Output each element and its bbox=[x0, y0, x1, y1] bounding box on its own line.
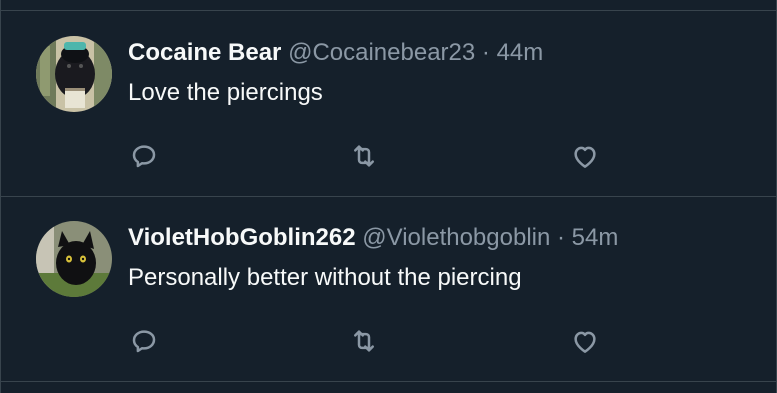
separator: · bbox=[557, 224, 565, 251]
display-name[interactable]: VioletHobGoblin262 bbox=[128, 224, 356, 251]
tweet-text: Personally better without the piercing bbox=[128, 264, 522, 291]
tweet-header: VioletHobGoblin262 @Violethobgoblin · 54… bbox=[128, 223, 618, 253]
tweet-text: Love the piercings bbox=[128, 79, 323, 106]
bear-avatar-icon bbox=[36, 36, 112, 112]
heart-icon bbox=[574, 331, 596, 353]
retweet-button[interactable] bbox=[347, 324, 381, 358]
reply-tweet[interactable]: VioletHobGoblin262 @Violethobgoblin · 54… bbox=[1, 196, 776, 382]
separator: · bbox=[481, 39, 490, 66]
like-button[interactable] bbox=[568, 324, 602, 358]
reply-icon bbox=[132, 330, 156, 353]
user-handle[interactable]: @Cocainebear23 bbox=[288, 39, 475, 66]
tweet-header: Cocaine Bear @Cocainebear23 · 44m bbox=[128, 38, 543, 68]
avatar[interactable] bbox=[36, 221, 112, 297]
retweet-icon bbox=[354, 330, 374, 352]
retweet-button[interactable] bbox=[347, 139, 381, 173]
reply-button[interactable] bbox=[127, 139, 161, 173]
heart-icon bbox=[574, 146, 596, 168]
timestamp[interactable]: 44m bbox=[497, 39, 544, 66]
reply-tweet[interactable]: Cocaine Bear @Cocainebear23 · 44m Love t… bbox=[1, 11, 776, 197]
retweet-icon bbox=[354, 145, 374, 167]
black-cat-avatar-icon bbox=[36, 221, 112, 297]
timestamp[interactable]: 54m bbox=[572, 224, 619, 251]
user-handle[interactable]: @Violethobgoblin bbox=[362, 224, 550, 251]
display-name[interactable]: Cocaine Bear bbox=[128, 39, 281, 66]
avatar[interactable] bbox=[36, 36, 112, 112]
reply-feed: Cocaine Bear @Cocainebear23 · 44m Love t… bbox=[0, 0, 777, 393]
reply-icon bbox=[132, 145, 156, 168]
reply-button[interactable] bbox=[127, 324, 161, 358]
like-button[interactable] bbox=[568, 139, 602, 173]
